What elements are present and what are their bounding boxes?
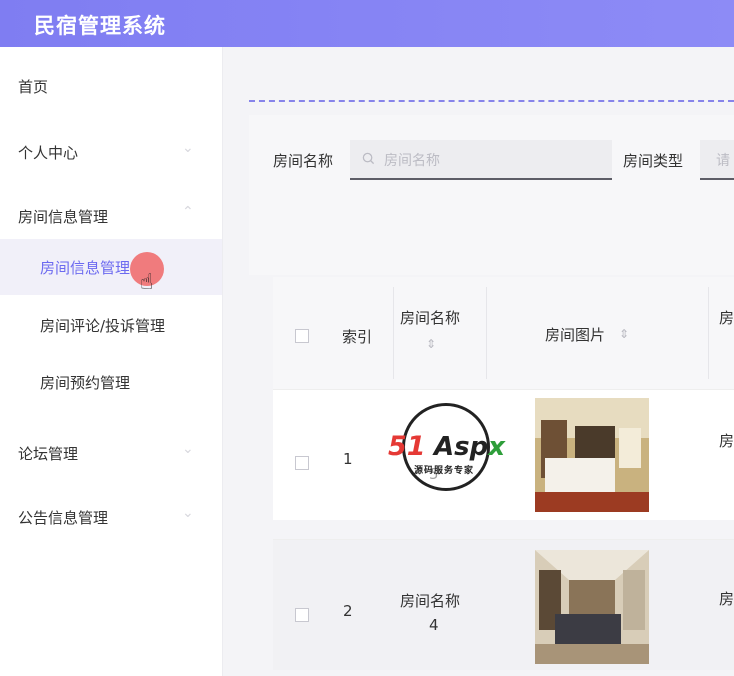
- col-room-type: 房: [719, 309, 734, 327]
- watermark-logo: 51 Aspx 源码服务专家: [388, 403, 512, 495]
- sidebar-item-personal-center[interactable]: 个人中心 ⌄: [0, 132, 222, 172]
- watermark-brand-x: x: [488, 432, 505, 462]
- room-name-label: 房间名称: [273, 152, 334, 170]
- room-name-placeholder: 房间名称: [384, 153, 440, 169]
- select-all-checkbox[interactable]: [295, 329, 309, 343]
- watermark-brand-aspx: Aspx: [434, 432, 505, 462]
- chevron-down-icon: ⌄: [182, 505, 194, 521]
- column-divider: [708, 287, 709, 379]
- sidebar-item-label: 公告信息管理: [18, 509, 109, 527]
- watermark-brand-51: 51: [388, 431, 426, 462]
- sidebar-item-home[interactable]: 首页: [0, 66, 222, 106]
- sidebar-item-forum[interactable]: 论坛管理 ⌄: [0, 433, 222, 473]
- sidebar: 首页 个人中心 ⌄ 房间信息管理 ⌃ 房间信息管理 房间评论/投诉管理 房间预约…: [0, 47, 223, 676]
- room-image[interactable]: [535, 398, 649, 512]
- row-checkbox[interactable]: [295, 456, 309, 470]
- sidebar-item-room-info[interactable]: 房间信息管理 ⌃: [0, 196, 222, 236]
- sidebar-subitem-label: 房间信息管理: [40, 259, 131, 277]
- chevron-down-icon: ⌄: [182, 441, 194, 457]
- sidebar-subitem-label: 房间预约管理: [40, 374, 131, 392]
- search-panel: 房间名称 房间名称 房间类型 请: [249, 115, 734, 275]
- room-name-input[interactable]: 房间名称: [350, 140, 612, 180]
- search-icon: [362, 152, 375, 165]
- row-room-type: 房: [719, 432, 734, 450]
- sidebar-item-label: 个人中心: [18, 144, 79, 162]
- sort-icon[interactable]: ⇕: [426, 337, 436, 351]
- watermark-tagline: 源码服务专家: [414, 466, 475, 476]
- sidebar-item-label: 首页: [18, 78, 49, 96]
- sort-icon[interactable]: ⇕: [619, 327, 629, 341]
- app-title: 民宿管理系统: [34, 14, 166, 38]
- sidebar-subitem-room-comments[interactable]: 房间评论/投诉管理: [0, 297, 222, 353]
- sidebar-item-label: 论坛管理: [18, 445, 79, 463]
- row-room-type: 房: [719, 590, 734, 608]
- room-type-label: 房间类型: [623, 152, 684, 170]
- sidebar-item-label: 房间信息管理: [18, 208, 109, 226]
- row-checkbox[interactable]: [295, 608, 309, 622]
- column-divider: [393, 287, 394, 379]
- chevron-up-icon: ⌃: [182, 204, 194, 220]
- sidebar-subitem-label: 房间评论/投诉管理: [40, 317, 166, 335]
- chevron-down-icon: ⌄: [182, 140, 194, 156]
- col-index: 索引: [342, 328, 373, 346]
- table-row[interactable]: 2 房间名称 4 房: [273, 539, 734, 670]
- row-room-name-label: 房间名称: [400, 592, 461, 610]
- col-room-name[interactable]: 房间名称: [400, 307, 460, 328]
- col-room-image[interactable]: 房间图片: [545, 324, 605, 345]
- row-room-name: 4: [429, 616, 439, 634]
- sidebar-subitem-room-info[interactable]: 房间信息管理: [0, 239, 222, 295]
- sidebar-item-announcements[interactable]: 公告信息管理 ⌄: [0, 497, 222, 537]
- room-type-placeholder: 请: [716, 153, 730, 169]
- room-type-select[interactable]: 请: [700, 140, 734, 180]
- sidebar-subitem-room-booking[interactable]: 房间预约管理: [0, 354, 222, 410]
- room-image[interactable]: [535, 550, 649, 664]
- row-index: 2: [343, 602, 353, 620]
- table-header: 索引 房间名称 ⇕ 房间图片 ⇕ 房: [273, 277, 734, 389]
- top-header: 民宿管理系统: [0, 0, 734, 47]
- watermark-brand-asp: Asp: [434, 432, 489, 462]
- row-index: 1: [343, 450, 353, 468]
- main-content: 房间名称 房间名称 房间类型 请 索引 房间名称 ⇕ 房间图片 ⇕ 房 1 房 …: [223, 47, 734, 676]
- hand-pointer-icon: ☝: [140, 270, 154, 295]
- dashed-divider: [249, 100, 734, 102]
- column-divider: [486, 287, 487, 379]
